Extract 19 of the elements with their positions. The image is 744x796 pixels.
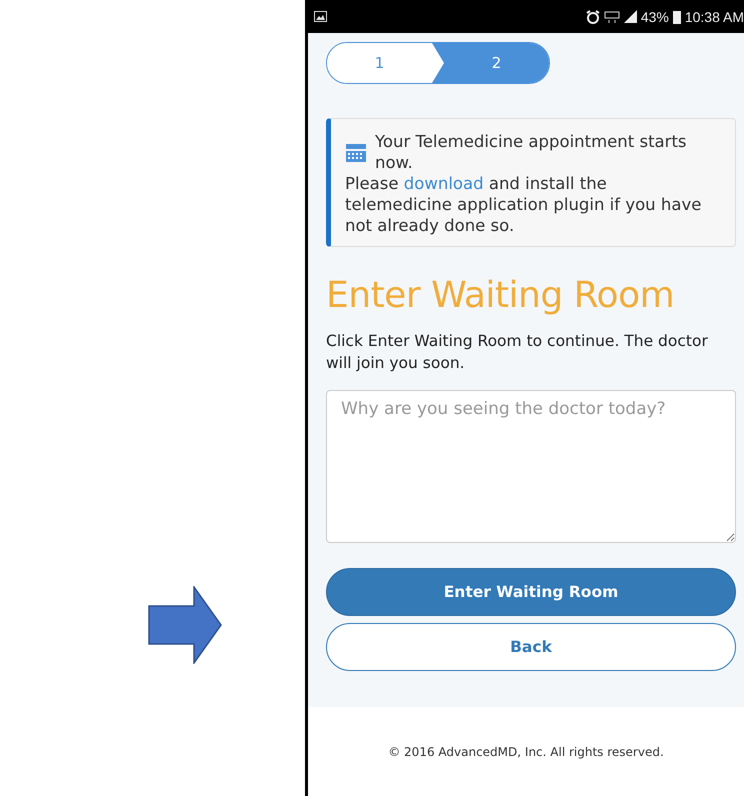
step-tab[interactable]: 2	[432, 43, 549, 83]
notice-title: Your Telemedicine appointment starts now.	[375, 131, 688, 173]
image-icon	[314, 11, 327, 22]
page-heading: Enter Waiting Room	[326, 275, 676, 316]
copyright-text: © 2016 AdvancedMD, Inc. All rights reserved.	[388, 744, 664, 758]
back-button[interactable]: Back	[326, 623, 736, 671]
alarm-clock-icon	[586, 10, 600, 24]
signal-icon	[624, 10, 637, 23]
enter-button[interactable]: Enter Waiting Room	[326, 568, 736, 616]
clock-time: 10:38 AM	[684, 8, 744, 24]
network-icon	[604, 10, 620, 22]
battery-percent: 43%	[640, 8, 669, 24]
battery-icon	[672, 10, 681, 24]
intro-text: Click Enter Waiting Room to continue. The doctor will join you soon.	[326, 331, 709, 374]
download-link[interactable]: download	[404, 174, 484, 193]
notice-text: Please download and install the telemedicine application plugin if you have not already done so.	[345, 173, 702, 236]
arrow-icon	[148, 586, 222, 664]
reason-field[interactable]: Why are you seeing the doctor today?	[326, 390, 736, 543]
calendar-icon	[345, 141, 367, 163]
